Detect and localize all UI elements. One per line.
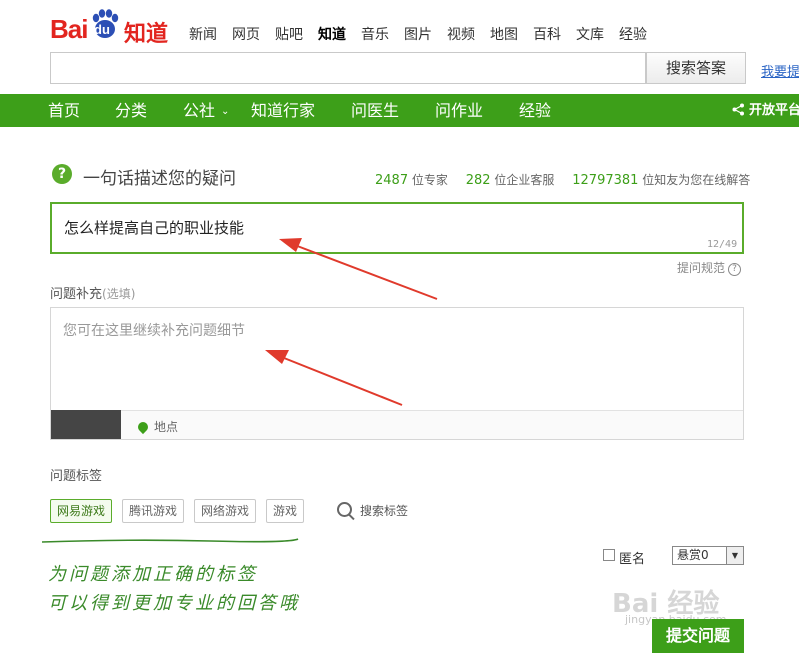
arrow-to-detail-textarea	[265, 350, 403, 406]
arrow-to-question-input	[279, 238, 438, 300]
red-arrows-overlay	[265, 238, 438, 406]
